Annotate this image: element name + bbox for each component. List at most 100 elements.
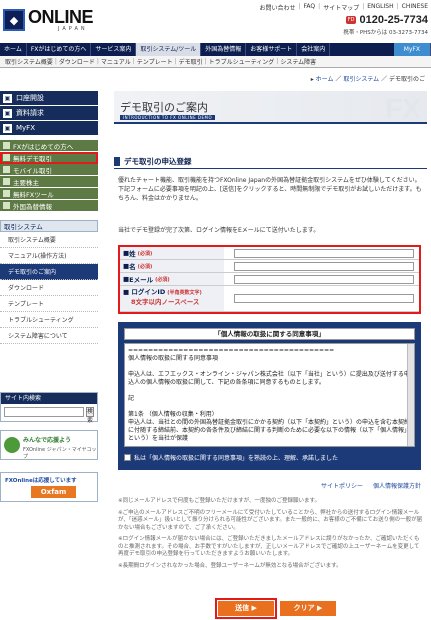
gnav-home[interactable]: ホーム [0,43,27,56]
sidebar-shareholders[interactable]: 主要株主 [0,176,98,188]
free-dial-icon: FD [345,16,357,24]
bullet-icon [3,154,10,161]
sidebar-label: 無料FXツール [13,190,54,199]
sidebar-mobile[interactable]: モバイル取引 [0,164,98,176]
sidebar-label: FXがはじめての方へ [13,142,74,151]
phone-number: 0120-25-7734 [359,14,428,26]
agreement-scrollbar[interactable] [407,344,414,446]
snav-overview[interactable]: 取引システム概要 [3,57,55,66]
sidebar-label: MyFX [16,124,36,132]
global-nav: ホーム FXがはじめての方へ サービス案内 取引システム/ツール 外国為替情報 … [0,43,431,56]
heading-marker-icon [114,157,120,166]
send-button[interactable]: 送信 ▶ [215,598,277,619]
clear-button[interactable]: クリア ▶ [280,601,336,616]
lastname-field[interactable] [234,248,414,258]
field-label: Eメール [129,276,154,284]
required-tag: (半角英数文字) [167,290,202,296]
snav-demo[interactable]: デモ取引 [177,57,205,66]
sidebar-label: 口座開設 [16,94,44,102]
gnav-company[interactable]: 会社案内 [297,43,331,56]
field-label: 姓 [129,250,136,258]
sidebar-sub-failure[interactable]: システム障害について [0,328,98,344]
oxfam-banner[interactable]: FXOnlineは応援しています Oxfam [0,472,98,502]
sidebar-sub-template[interactable]: テンプレート [0,296,98,312]
sidebar-sub-manual[interactable]: マニュアル(操作方法) [0,248,98,264]
snav-failure[interactable]: システム障害 [278,57,318,66]
campaign-banner[interactable]: みんなで応援よう FXOnline ジャパン・マイヤコップ [0,430,98,460]
agreement-line: ========================================… [128,347,335,354]
snav-download[interactable]: ダウンロード [57,57,97,66]
note-item: ※同じメールアドレスで何度もご登録いただけますが、一度独のご登録願います。 [118,498,320,504]
agreement-title: 「個人情報の取扱に関する同意事項」 [124,328,415,340]
phone-note: 携帯・PHSからは 03-3273-7734 [343,30,428,36]
toplink-faq[interactable]: FAQ [304,3,316,12]
gnav-support[interactable]: お客様サポート [246,43,298,56]
search-input[interactable] [4,407,84,417]
snav-trouble[interactable]: トラブルシューティング [207,57,277,66]
sidebar-section-title[interactable]: 取引システム [0,220,98,232]
sidebar-myfx[interactable]: ▣ MyFX [0,121,98,136]
logo[interactable]: ◆ ONLINE JAPAN [3,8,94,32]
snav-template[interactable]: テンプレート [135,57,175,66]
gnav-myfx[interactable]: MyFX [393,43,431,56]
sidebar-sub-overview[interactable]: 取引システム概要 [0,232,98,248]
intro-text: 優れたチャート機能、取引機能を持つFXOnline Japanの外国為替証拠金取… [118,177,422,202]
crumb-current: デモ取引のご [388,76,425,83]
sidebar-open-account[interactable]: ▣ 口座開設 [0,91,98,106]
sidebar-free-demo[interactable]: 無料デモ取引 [0,152,98,164]
crumb-home[interactable]: ホーム [316,76,334,83]
required-tag: (必須) [137,263,153,270]
phone-block: FD 0120-25-7734 [345,14,428,26]
agree-checkbox[interactable] [124,453,131,461]
toplink-chinese[interactable]: CHINESE [402,3,428,12]
snav-manual[interactable]: マニュアル [99,57,133,66]
crumb-system[interactable]: 取引システム [343,76,379,83]
loginid-field[interactable] [234,294,414,303]
oxfam-logo: Oxfam [31,486,76,498]
sidebar-beginner[interactable]: FXがはじめての方へ [0,140,98,152]
sidebar-label: 主要株主 [13,178,39,187]
registration-form: ■ 姓 (必須) ■ 名 (必須) ■ Eメール (必須) ■ ログインID (半角英数… [118,245,421,314]
form-row-loginid: ■ ログインID (半角英数文字) 8文字以内ノースペース [120,286,419,312]
agreement-textbox[interactable]: ========================================… [124,343,415,447]
toplink-english[interactable]: ENGLISH [367,3,393,12]
bullet-icon [3,142,10,149]
gnav-beginner[interactable]: FXがはじめての方へ [27,43,92,56]
search-button[interactable]: 検索 [86,407,94,424]
email-field[interactable] [234,274,414,284]
gnav-service[interactable]: サービス案内 [91,43,137,56]
sidebar-fx-info[interactable]: 外国為替情報 [0,200,98,212]
sidebar-request-docs[interactable]: ▣ 資料請求 [0,106,98,121]
page-title: デモ取引のご案内 [120,101,208,114]
sidebar-sub-download[interactable]: ダウンロード [0,280,98,296]
privacy-policy-link[interactable]: 個人情報保護方針 [373,481,421,490]
sidebar-sub-trouble[interactable]: トラブルシューティング [0,312,98,328]
agreement-line: 申込人は、エフエックス・オンライン・ジャパン株式会社（以下「当社」という）に提出… [128,371,410,386]
note-item: ※長期間ログインされなかった場合、登録ユーザーネームが無効となる場合がございます… [118,562,342,569]
site-search: サイト内検索 検索 [0,392,98,424]
sidebar-free-tools[interactable]: 無料FXツール [0,188,98,200]
top-links: お問い合わせ | FAQ | サイトマップ | ENGLISH | CHINESE [259,3,428,12]
toplink-contact[interactable]: お問い合わせ [259,3,295,12]
form-row-firstname: ■ 名 (必須) [120,260,419,273]
sidebar-sub-demo[interactable]: デモ取引のご案内 [0,264,98,280]
toplink-sitemap[interactable]: サイトマップ [323,3,359,12]
agree-label: 私は「個人情報の取扱に関する同意事項」を熟読の上、理解、承諾しました [134,454,339,462]
form-row-lastname: ■ 姓 (必須) [120,247,419,260]
page-banner: FX デモ取引のご案内 INTRODUCTION TO FX ONLINE DE… [114,91,427,124]
bullet-icon [3,190,10,197]
firstname-field[interactable] [234,261,414,271]
agreement-line: 申込人は、当社との間の外国為替証拠金取引にかかる契約（以下「本契約」という）の申… [128,419,411,442]
page-subtitle: INTRODUCTION TO FX ONLINE DEMO [120,115,216,120]
gnav-system[interactable]: 取引システム/ツール [136,43,202,56]
sidebar: ▣ 口座開設 ▣ 資料請求 ▣ MyFX FXがはじめての方へ 無料デモ取引 モバイル… [0,91,98,344]
gnav-fxinfo[interactable]: 外国為替情報 [201,43,247,56]
notes: ※同じメールアドレスで何度もご登録いただけますが、一度独のご登録願います。 ※ご… [118,498,423,574]
main-content: FX デモ取引のご案内 INTRODUCTION TO FX ONLINE DE… [114,91,427,619]
bullet-icon [3,178,10,185]
agree-checkbox-row[interactable]: 私は「個人情報の取扱に関する同意事項」を熟読の上、理解、承諾しました [124,451,415,463]
docs-icon: ▣ [3,108,12,118]
agreement-line [128,387,411,395]
policy-links: サイトポリシー 個人情報保護方針 [321,481,421,490]
site-policy-link[interactable]: サイトポリシー [321,481,363,490]
